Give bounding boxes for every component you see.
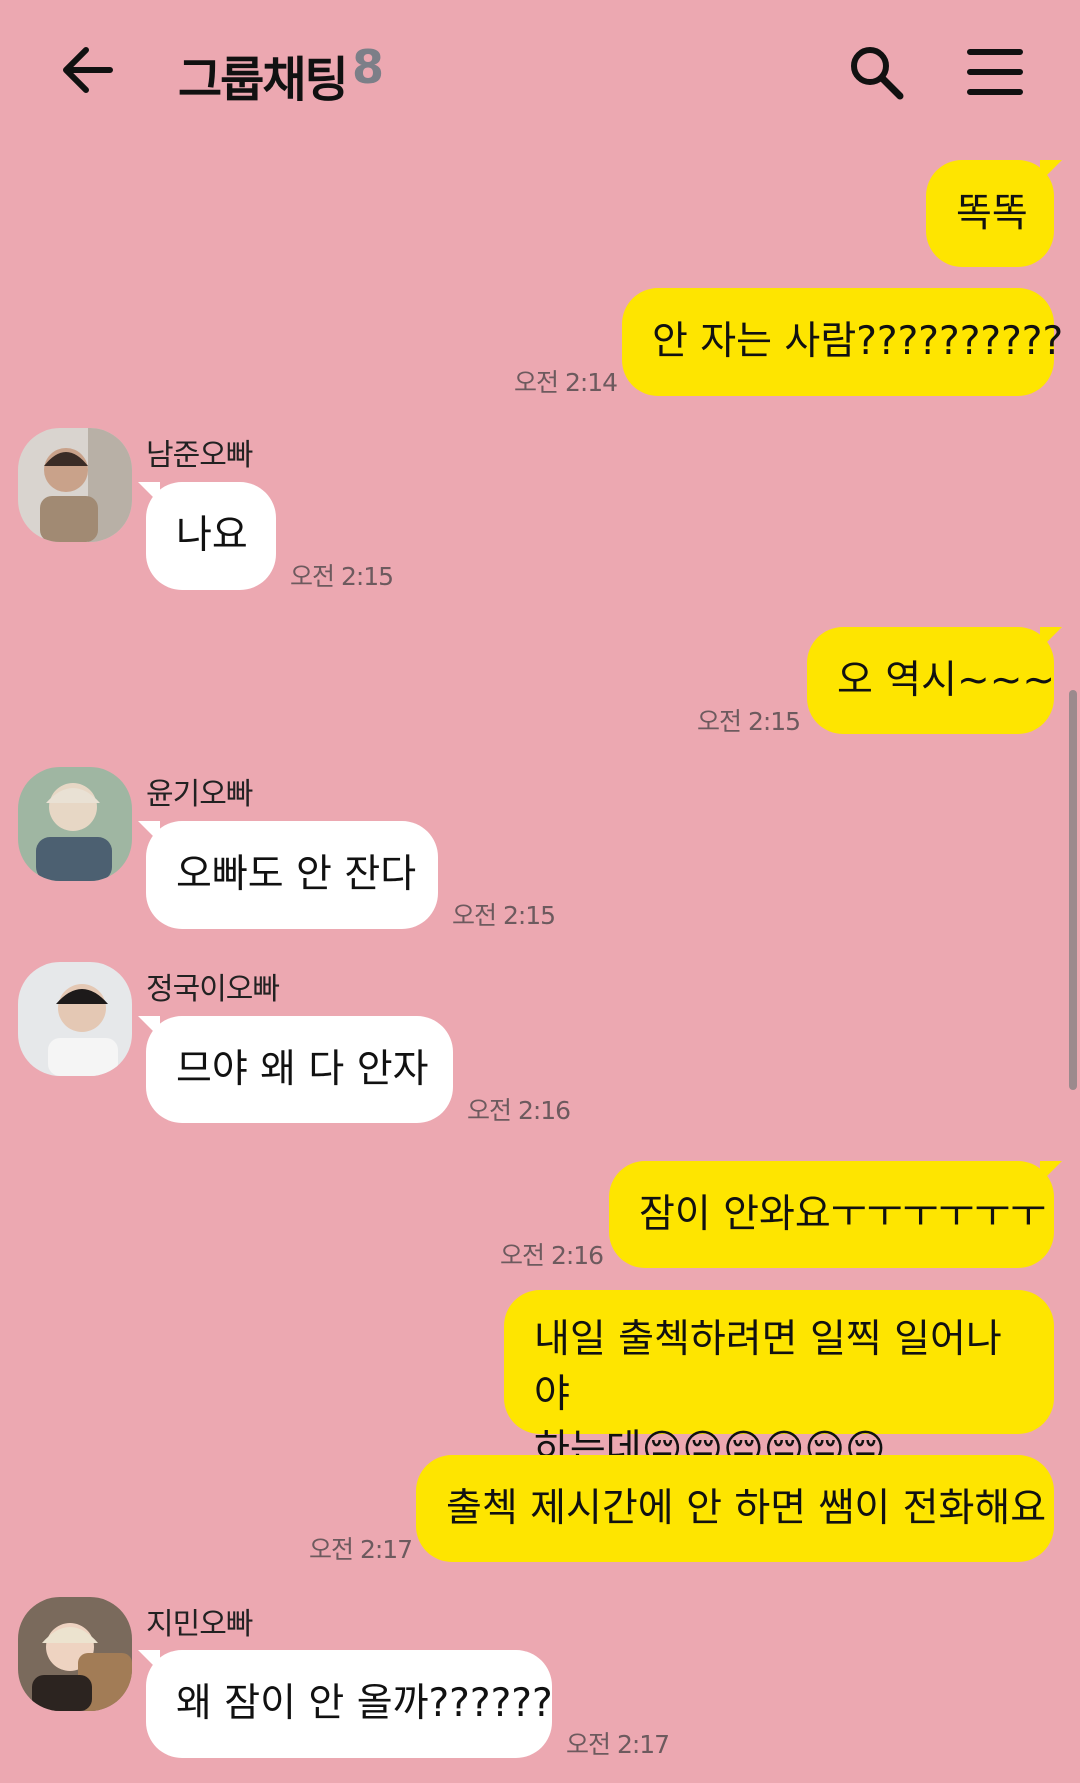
message-time: 오전 2:15 (290, 562, 394, 591)
my-message-bubble[interactable]: 오 역시~~~ (807, 627, 1062, 734)
their-message-bubble[interactable]: 므야 왜 다 안자 (138, 1016, 453, 1123)
menu-icon[interactable] (966, 44, 1024, 100)
avatar-jungkook[interactable] (18, 962, 132, 1076)
sender-name: 지민오빠 (146, 1607, 253, 1642)
their-message-bubble[interactable]: 오빠도 안 잔다 (138, 821, 438, 929)
sender-name: 남준오빠 (146, 438, 253, 473)
sender-name: 윤기오빠 (146, 777, 253, 812)
message-text: 안 자는 사람?????????? (652, 319, 1064, 364)
chat-header: 그룹채팅 8 (0, 0, 1080, 145)
message-text: 내일 출첵하려면 일찍 일어나야 하는데😔😔😔😔😔😔 (534, 1312, 1024, 1477)
my-message-bubble[interactable]: 똑똑 (926, 160, 1062, 267)
their-message-bubble[interactable]: 왜 잠이 안 올까?????? (138, 1650, 553, 1758)
message-time: 오전 2:15 (697, 707, 801, 736)
message-time: 오전 2:17 (309, 1535, 413, 1564)
my-message-bubble[interactable]: 잠이 안와요ㅜㅜㅜㅜㅜㅜ (609, 1161, 1062, 1268)
message-text: 왜 잠이 안 올까?????? (176, 1681, 553, 1726)
message-time: 오전 2:17 (566, 1730, 670, 1759)
chat-title: 그룹채팅 (178, 52, 349, 108)
message-text: 므야 왜 다 안자 (176, 1046, 429, 1092)
message-text: 오 역시~~~ (837, 657, 1056, 703)
avatar-namjoon[interactable] (18, 428, 132, 542)
message-time: 오전 2:16 (467, 1096, 571, 1125)
avatar-yoongi[interactable] (18, 767, 132, 881)
message-text-line-1: 내일 출첵하려면 일찍 일어나야 (534, 1317, 1002, 1417)
my-message-bubble[interactable]: 내일 출첵하려면 일찍 일어나야 하는데😔😔😔😔😔😔 (504, 1290, 1054, 1472)
message-time: 오전 2:16 (500, 1241, 604, 1270)
message-text: 오빠도 안 잔다 (176, 852, 417, 897)
back-arrow-icon[interactable] (58, 40, 118, 100)
scrollbar[interactable] (1069, 690, 1077, 1090)
search-icon[interactable] (848, 44, 904, 100)
my-message-bubble[interactable]: 출첵 제시간에 안 하면 쌤이 전화해요 (416, 1455, 1054, 1562)
message-text: 출첵 제시간에 안 하면 쌤이 전화해요 (446, 1485, 1047, 1531)
avatar-jimin[interactable] (18, 1597, 132, 1711)
sender-name: 정국이오빠 (146, 972, 280, 1007)
message-time: 오전 2:15 (452, 901, 556, 930)
their-message-bubble[interactable]: 나요 (138, 482, 276, 590)
message-text: 똑똑 (956, 190, 1028, 236)
my-message-bubble[interactable]: 안 자는 사람?????????? (622, 288, 1063, 396)
message-time: 오전 2:14 (514, 368, 618, 397)
member-count: 8 (352, 40, 385, 94)
message-text: 잠이 안와요ㅜㅜㅜㅜㅜㅜ (639, 1191, 1047, 1237)
message-text: 나요 (176, 513, 248, 558)
